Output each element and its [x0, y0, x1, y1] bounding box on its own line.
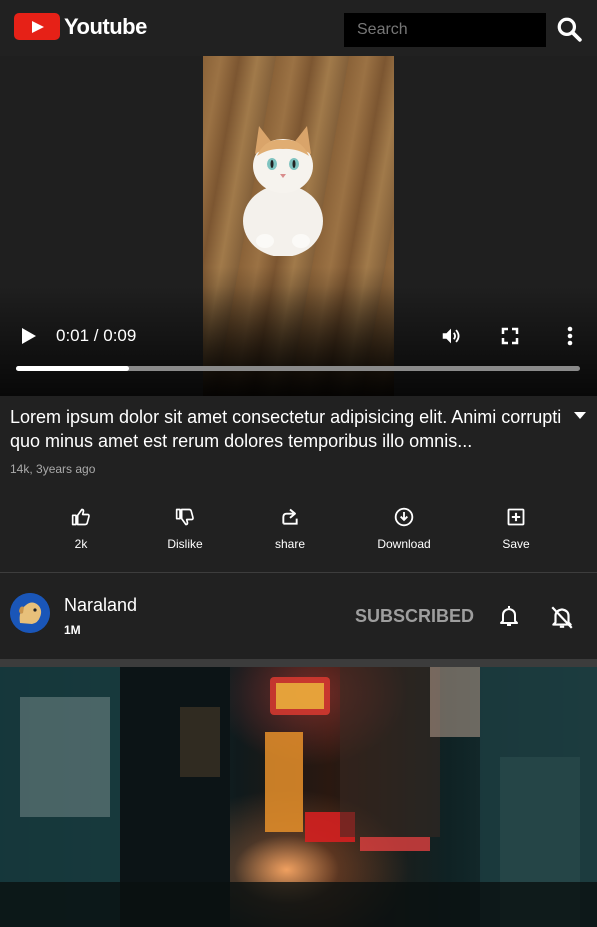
- video-title: Lorem ipsum dolor sit amet consectetur a…: [10, 407, 562, 451]
- volume-icon[interactable]: [440, 325, 462, 347]
- save-button[interactable]: Save: [466, 498, 566, 558]
- bell-icon[interactable]: [497, 604, 521, 628]
- section-separator: [0, 659, 597, 667]
- video-meta: 14k, 3years ago: [10, 462, 96, 476]
- like-button[interactable]: 2k: [31, 498, 131, 558]
- download-label: Download: [377, 537, 431, 551]
- share-icon: [282, 508, 298, 525]
- chevron-down-icon[interactable]: [573, 410, 587, 420]
- logo-text: Youtube: [64, 13, 147, 39]
- thumbs-up-icon: [71, 508, 90, 526]
- dog-avatar-icon: [10, 593, 50, 633]
- add-box-icon: [507, 508, 525, 526]
- play-icon[interactable]: [18, 326, 38, 346]
- youtube-logo[interactable]: Youtube: [14, 13, 147, 40]
- save-label: Save: [502, 537, 530, 551]
- download-button[interactable]: Download: [354, 498, 454, 558]
- bell-off-icon[interactable]: [549, 604, 575, 630]
- play-logo-icon: [14, 13, 60, 40]
- subscriber-count: 1M: [64, 623, 81, 637]
- channel-name[interactable]: Naraland: [64, 595, 137, 616]
- download-icon: [394, 507, 414, 527]
- more-options-icon[interactable]: [560, 325, 580, 347]
- channel-avatar[interactable]: [10, 593, 50, 633]
- search-input[interactable]: [344, 13, 546, 47]
- video-player[interactable]: 0:01 / 0:09: [0, 56, 597, 396]
- share-label: share: [274, 537, 306, 551]
- subscribed-button[interactable]: SUBSCRIBED: [355, 606, 474, 627]
- next-video-thumbnail[interactable]: [0, 667, 597, 927]
- city-street-image: [0, 667, 597, 927]
- thumbs-down-icon: [175, 508, 194, 526]
- cat-video-content: [243, 126, 323, 256]
- action-bar: 2k Dislike share Download Save: [0, 498, 597, 572]
- progress-bar[interactable]: [16, 366, 580, 371]
- fullscreen-icon[interactable]: [500, 326, 520, 346]
- section-divider: [0, 572, 597, 573]
- progress-fill: [16, 366, 129, 371]
- dislike-label: Dislike: [167, 537, 203, 551]
- share-button[interactable]: share: [240, 498, 340, 558]
- dislike-button[interactable]: Dislike: [135, 498, 235, 558]
- top-header: Youtube: [0, 0, 597, 56]
- search-icon[interactable]: [556, 16, 582, 42]
- like-count: 2k: [74, 537, 88, 551]
- time-display: 0:01 / 0:09: [56, 326, 137, 345]
